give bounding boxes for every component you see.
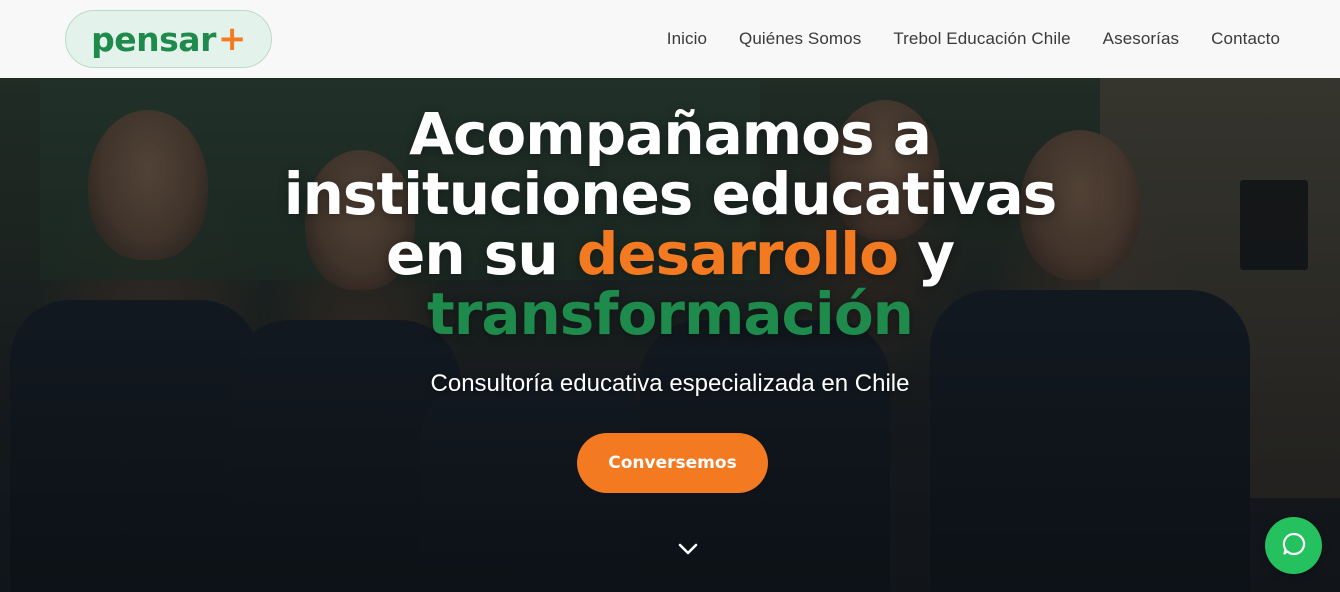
nav-link-trebol[interactable]: Trebol Educación Chile: [893, 29, 1070, 49]
headline-line-1: Acompañamos a: [409, 100, 932, 168]
main-nav: Inicio Quiénes Somos Trebol Educación Ch…: [667, 29, 1280, 49]
headline-line-2: instituciones educativas: [283, 160, 1058, 228]
nav-link-asesorias[interactable]: Asesorías: [1103, 29, 1180, 49]
nav-link-inicio[interactable]: Inicio: [667, 29, 707, 49]
headline-accent-transformacion: transformación: [427, 280, 914, 348]
logo-word: pensar: [91, 19, 216, 59]
headline-line-3-start: en su: [385, 220, 577, 288]
headline-line-3-end: y: [898, 220, 955, 288]
navbar: pensar + Inicio Quiénes Somos Trebol Educ…: [0, 0, 1340, 78]
nav-link-quienes-somos[interactable]: Quiénes Somos: [739, 29, 861, 49]
conversemos-button[interactable]: Conversemos: [577, 433, 768, 493]
whatsapp-chat-button[interactable]: [1265, 517, 1322, 574]
logo[interactable]: pensar +: [65, 10, 272, 68]
headline-accent-desarrollo: desarrollo: [576, 220, 899, 288]
logo-plus: +: [217, 19, 247, 59]
chevron-down-icon[interactable]: [677, 539, 699, 559]
nav-link-contacto[interactable]: Contacto: [1211, 29, 1280, 49]
whatsapp-icon: [1281, 531, 1307, 561]
hero-headline: Acompañamos a instituciones educativas e…: [0, 104, 1340, 344]
hero-subtitle: Consultoría educativa especializada en C…: [430, 370, 910, 397]
